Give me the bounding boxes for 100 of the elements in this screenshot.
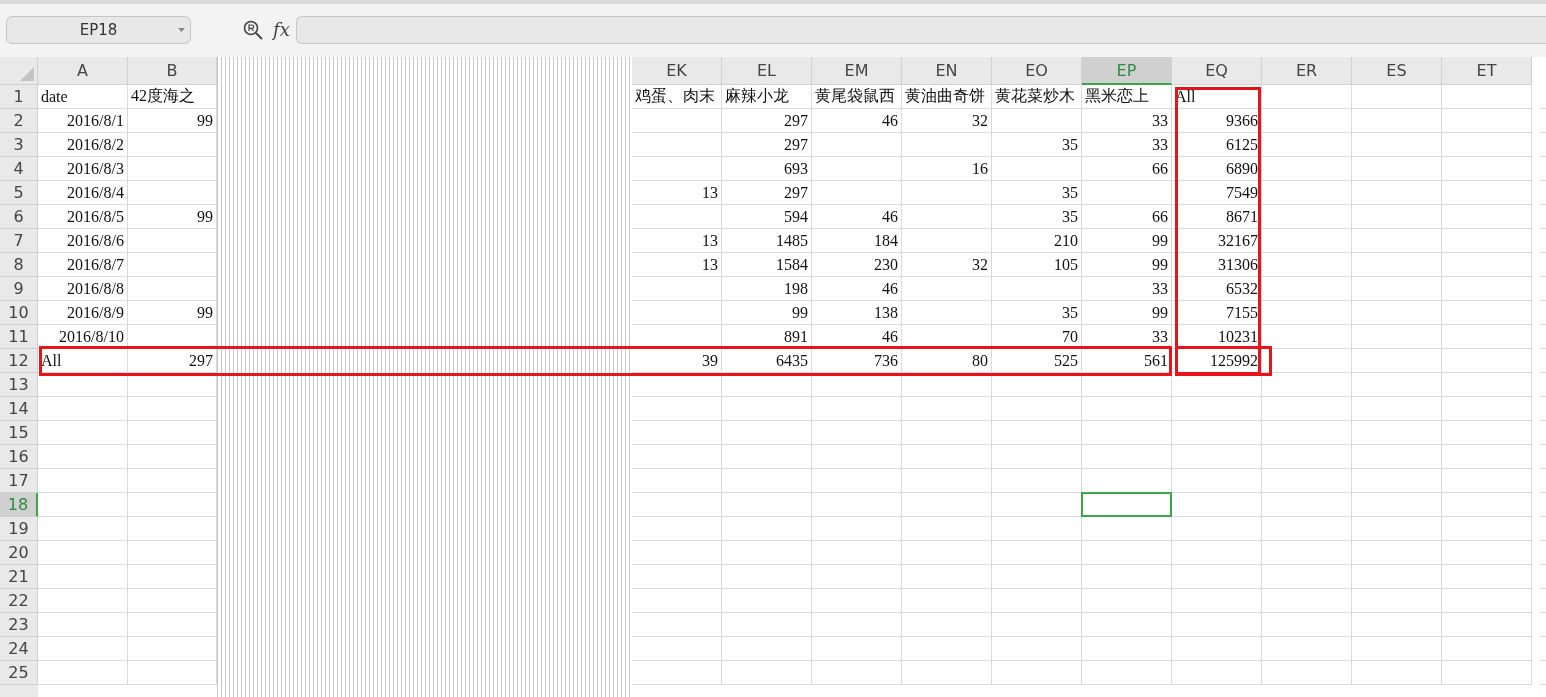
column-header[interactable]: EQ [1172,57,1262,85]
row-header[interactable]: 3 [0,133,38,157]
table-cell: 麻辣小龙 [722,85,812,109]
column-header[interactable]: B [128,57,217,85]
table-cell: 32167 [1172,229,1262,253]
table-cell: 70 [992,325,1082,349]
table-cell: 31306 [1172,253,1262,277]
column-header[interactable]: ET [1442,57,1532,85]
table-cell: 13 [632,229,722,253]
table-cell: 42度海之 [128,85,217,109]
row-header[interactable]: 8 [0,253,38,277]
table-cell: 39 [632,349,722,373]
table-cell: 138 [812,301,902,325]
table-cell: 13 [632,253,722,277]
table-cell: 35 [992,181,1082,205]
table-cell: 35 [992,301,1082,325]
table-cell: 2016/8/4 [38,181,128,205]
table-cell: 1584 [722,253,812,277]
row-header[interactable]: 22 [0,589,38,613]
table-cell: 736 [812,349,902,373]
name-box[interactable]: EP18 [6,15,191,44]
table-cell: 46 [812,325,902,349]
table-cell: 125992 [1172,349,1262,373]
row-header[interactable]: 1 [0,85,38,109]
table-cell: 99 [1082,301,1172,325]
table-cell: 6890 [1172,157,1262,181]
table-cell: 2016/8/9 [38,301,128,325]
table-cell: 297 [722,181,812,205]
table-cell: 7155 [1172,301,1262,325]
table-cell: 230 [812,253,902,277]
table-cell: 46 [812,205,902,229]
row-header[interactable]: 24 [0,637,38,661]
row-header[interactable]: 4 [0,157,38,181]
row-header[interactable]: 9 [0,277,38,301]
column-header[interactable]: EL [722,57,812,85]
row-header[interactable]: 10 [0,301,38,325]
table-cell: 2016/8/2 [38,133,128,157]
table-cell: 80 [902,349,992,373]
formula-field[interactable] [295,15,1546,44]
table-cell: 66 [1082,205,1172,229]
row-header[interactable]: 25 [0,661,38,685]
table-cell: 525 [992,349,1082,373]
table-cell: 99 [128,205,217,229]
table-cell: 1485 [722,229,812,253]
table-cell: 32 [902,109,992,133]
table-cell: date [38,85,128,109]
table-cell: 鸡蛋、肉末 [632,85,722,109]
table-cell: 2016/8/10 [38,325,128,349]
row-header[interactable]: 19 [0,517,38,541]
column-header[interactable]: EM [812,57,902,85]
table-cell: 33 [1082,133,1172,157]
table-cell: 46 [812,277,902,301]
table-cell: 297 [722,133,812,157]
table-cell: 693 [722,157,812,181]
row-header[interactable]: 7 [0,229,38,253]
row-header[interactable]: 12 [0,349,38,373]
table-cell: 594 [722,205,812,229]
row-header[interactable]: 20 [0,541,38,565]
row-header[interactable]: 11 [0,325,38,349]
column-header[interactable]: ES [1352,57,1442,85]
table-cell: 黄尾袋鼠西 [812,85,902,109]
column-header[interactable]: EK [632,57,722,85]
column-header[interactable]: EN [902,57,992,85]
table-cell: 13 [632,181,722,205]
row-header[interactable]: 2 [0,109,38,133]
row-header[interactable]: 23 [0,613,38,637]
table-cell: 2016/8/5 [38,205,128,229]
table-cell: 16 [902,157,992,181]
table-cell: 黑米恋上 [1082,85,1172,109]
table-cell: 10231 [1172,325,1262,349]
table-cell: All [38,349,128,373]
table-cell: 35 [992,205,1082,229]
row-header[interactable]: 16 [0,445,38,469]
table-cell: 2016/8/1 [38,109,128,133]
column-header[interactable]: ER [1262,57,1352,85]
function-button[interactable]: fx [273,19,290,40]
table-cell: 32 [902,253,992,277]
zoom-icon[interactable] [243,19,263,40]
row-header[interactable]: 15 [0,421,38,445]
table-cell: 297 [722,109,812,133]
row-header[interactable]: 17 [0,469,38,493]
table-cell: 99 [128,301,217,325]
table-cell: 7549 [1172,181,1262,205]
table-cell: 33 [1082,109,1172,133]
row-header[interactable]: 6 [0,205,38,229]
table-cell: 黄油曲奇饼 [902,85,992,109]
row-header[interactable]: 5 [0,181,38,205]
row-header[interactable]: 21 [0,565,38,589]
table-cell: 99 [128,109,217,133]
selected-cell[interactable] [1081,492,1172,517]
table-cell: 184 [812,229,902,253]
row-header[interactable]: 13 [0,373,38,397]
row-header[interactable]: 14 [0,397,38,421]
table-cell: 33 [1082,277,1172,301]
table-cell: 6125 [1172,133,1262,157]
table-cell: 891 [722,325,812,349]
table-cell: 2016/8/8 [38,277,128,301]
column-header[interactable]: A [38,57,128,85]
table-cell: 6532 [1172,277,1262,301]
column-header[interactable]: EO [992,57,1082,85]
